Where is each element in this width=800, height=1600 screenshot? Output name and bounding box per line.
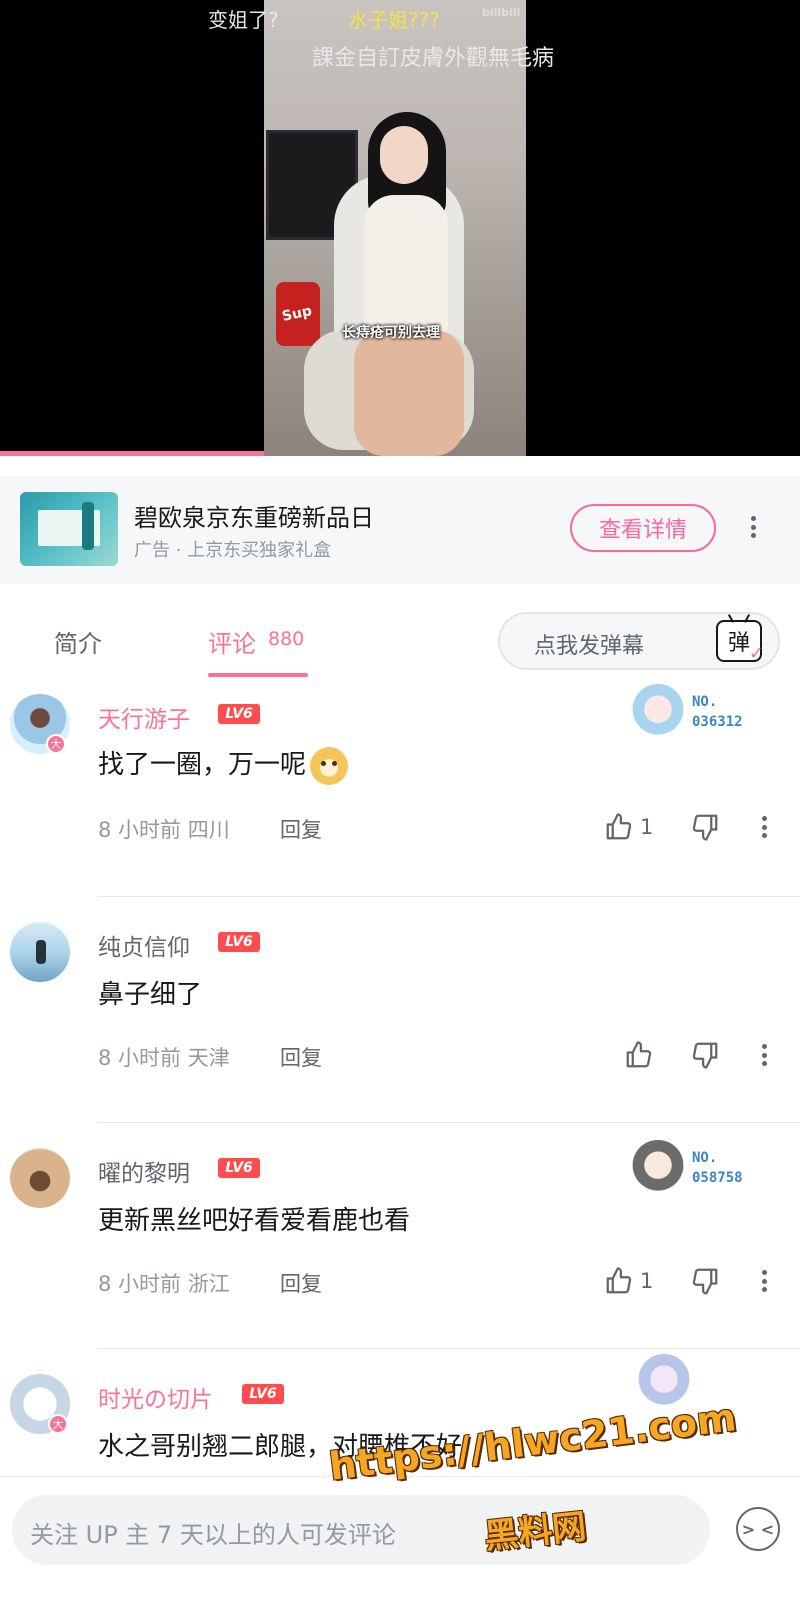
fan-number-value: 036312 [692, 714, 743, 730]
fan-number-value: 058758 [692, 1170, 743, 1186]
like-count: 1 [640, 815, 654, 839]
level-badge: LV6 [218, 1158, 260, 1178]
thumbs-up-icon [626, 1041, 652, 1068]
ad-product-bottle [82, 502, 94, 550]
comment-more-icon[interactable] [752, 1266, 776, 1296]
person-legs [354, 330, 464, 456]
username[interactable]: 曜的黎明 [98, 1154, 190, 1188]
thumbs-down-icon [692, 1268, 718, 1295]
like-button[interactable] [624, 1040, 654, 1070]
fan-number: NO. 036312 [692, 692, 743, 732]
vip-badge: 大 [48, 1414, 68, 1434]
danmaku-icon-char: 弹 [727, 631, 750, 656]
comment-text: 更新黑丝吧好看爱看鹿也看 [98, 1206, 411, 1236]
reply-button[interactable]: 回复 [280, 1042, 322, 1072]
emoji-icon[interactable]: > < [736, 1507, 780, 1551]
comment-meta: 8 小时前 四川 [98, 818, 230, 842]
like-button[interactable]: 1 [604, 812, 653, 842]
comment-item: 大 天行游子 LV6 NO. 036312 找了一圈，万一呢 8 小时前 四川 回… [0, 684, 800, 897]
danmaku-check-icon: ✓ [748, 643, 764, 664]
divider [98, 1348, 800, 1349]
red-bin-text: Sup [280, 303, 314, 325]
thumbs-down-icon [692, 814, 718, 841]
avatar[interactable] [10, 1148, 70, 1208]
fan-number: NO. 058758 [692, 1148, 743, 1188]
reply-button[interactable]: 回复 [280, 1268, 322, 1298]
username[interactable]: 时光の切片 [98, 1380, 213, 1414]
comment-meta: 8 小时前 天津 [98, 1046, 230, 1070]
level-badge: LV6 [242, 1384, 284, 1404]
divider [98, 1122, 800, 1123]
video-player[interactable]: Sup 长痔疮可别去理 变姐了? 水子姐??? 課金自訂皮膚外觀無毛病 bili… [0, 0, 800, 456]
vip-badge: 大 [46, 734, 66, 754]
fan-number-label: NO. [692, 1150, 718, 1166]
dislike-button[interactable] [690, 1040, 720, 1074]
reply-button[interactable]: 回复 [280, 814, 322, 844]
comment-more-icon[interactable] [752, 1040, 776, 1070]
tab-intro[interactable]: 简介 [54, 624, 102, 659]
fan-badge-avatar [630, 684, 686, 740]
ad-more-icon[interactable] [741, 512, 765, 542]
reply-input[interactable]: 关注 UP 主 7 天以上的人可发评论 [12, 1495, 710, 1565]
like-button[interactable]: 1 [604, 1266, 653, 1296]
comment-item: 曜的黎明 LV6 NO. 058758 更新黑丝吧好看爱看鹿也看 8 小时前 浙江… [0, 1140, 800, 1349]
fan-badge-avatar [630, 1140, 686, 1196]
comment-more-icon[interactable] [752, 812, 776, 842]
danmaku-item: 課金自訂皮膚外觀無毛病 [312, 46, 555, 71]
thumbs-up-icon [606, 1267, 632, 1294]
red-bin: Sup [276, 282, 320, 346]
dislike-button[interactable] [690, 812, 720, 846]
content-tabs: 简介 评论 880 点我发弹幕 弹 ✓ [0, 600, 800, 682]
dislike-button[interactable] [690, 1266, 720, 1300]
thumbs-down-icon [692, 1042, 718, 1069]
level-badge: LV6 [218, 704, 260, 724]
ad-details-button[interactable]: 查看详情 [570, 504, 716, 552]
danmaku-input[interactable]: 点我发弹幕 弹 ✓ [498, 612, 780, 670]
danmaku-toggle-icon[interactable]: 弹 ✓ [716, 620, 764, 664]
username[interactable]: 天行游子 [98, 700, 190, 734]
ad-subtitle: 广告 · 上京东买独家礼盒 [134, 540, 332, 561]
comments-count: 880 [268, 628, 305, 650]
danmaku-item: 变姐了? [208, 8, 279, 32]
video-caption: 长痔疮可别去理 [342, 325, 440, 341]
fan-number-label: NO. [692, 694, 718, 710]
doge-emoji-icon [310, 746, 349, 785]
thumbs-up-icon [606, 813, 632, 840]
ad-banner[interactable]: 碧欧泉京东重磅新品日 广告 · 上京东买独家礼盒 查看详情 [0, 476, 800, 584]
avatar[interactable] [10, 922, 70, 982]
danmaku-placeholder: 点我发弹幕 [534, 634, 645, 659]
comment-text: 找了一圈，万一呢 [98, 744, 349, 785]
divider [98, 896, 800, 897]
reply-placeholder: 关注 UP 主 7 天以上的人可发评论 [30, 1521, 396, 1549]
danmaku-item: 水子姐??? [348, 8, 440, 32]
person-face [380, 126, 428, 184]
comment-item: 纯贞信仰 LV6 鼻子细了 8 小时前 天津 回复 [0, 918, 800, 1123]
comment-text: 鼻子细了 [98, 980, 203, 1010]
tab-comments[interactable]: 评论 [208, 624, 256, 659]
fan-badge[interactable]: NO. 058758 [630, 1140, 780, 1196]
level-badge: LV6 [218, 932, 260, 952]
comment-text-content: 找了一圈，万一呢 [98, 750, 307, 780]
video-progress-bar[interactable] [0, 451, 264, 456]
fan-badge[interactable]: NO. 036312 [630, 684, 780, 740]
comment-input-bar: 关注 UP 主 7 天以上的人可发评论 > < [0, 1476, 800, 1600]
username[interactable]: 纯贞信仰 [98, 928, 190, 962]
ad-title[interactable]: 碧欧泉京东重磅新品日 [134, 498, 374, 533]
comment-meta: 8 小时前 浙江 [98, 1272, 230, 1296]
active-tab-indicator [208, 673, 308, 677]
bilibili-watermark: bilibili [482, 6, 521, 19]
ad-thumbnail[interactable] [20, 492, 118, 566]
like-count: 1 [640, 1269, 654, 1293]
